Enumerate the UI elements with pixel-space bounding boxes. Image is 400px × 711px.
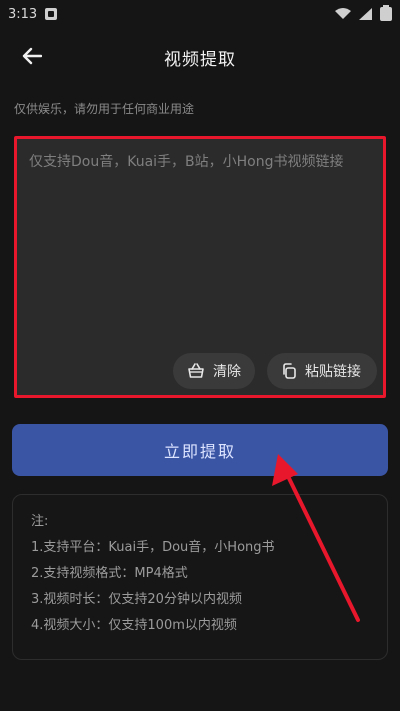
paste-link-button[interactable]: 粘贴链接 (267, 353, 377, 389)
app-bar: 视频提取 (0, 28, 400, 86)
status-time: 3:13 (8, 6, 38, 22)
note-item: 2.支持视频格式：MP4格式 (31, 566, 188, 581)
notes-title: 注: (31, 514, 49, 529)
copy-icon (283, 363, 296, 379)
link-input-card: 清除 粘贴链接 (14, 136, 386, 398)
basket-icon (188, 363, 204, 378)
status-left: 3:13 (8, 6, 58, 22)
arrow-left-icon (22, 47, 42, 65)
signal-icon (359, 8, 372, 20)
page-title: 视频提取 (164, 49, 236, 70)
status-right (335, 5, 392, 21)
clear-button-label: 清除 (213, 364, 241, 380)
extract-button[interactable]: 立即提取 (12, 424, 388, 476)
disclaimer-text: 仅供娱乐，请勿用于任何商业用途 (14, 102, 195, 116)
note-item: 4.视频大小：仅支持100m以内视频 (31, 618, 237, 633)
note-item: 1.支持平台：Kuai手，Dou音，小Hong书 (31, 540, 275, 555)
paste-button-label: 粘贴链接 (305, 364, 361, 380)
battery-icon (380, 5, 392, 21)
notes-card: 注: 1.支持平台：Kuai手，Dou音，小Hong书 2.支持视频格式：MP4… (12, 494, 388, 660)
extract-button-label: 立即提取 (163, 442, 236, 461)
note-item: 3.视频时长：仅支持20分钟以内视频 (31, 592, 242, 607)
notification-icon (45, 8, 58, 20)
video-link-input[interactable] (27, 149, 377, 343)
clear-button[interactable]: 清除 (173, 353, 255, 389)
back-button[interactable] (14, 38, 50, 74)
status-bar: 3:13 (0, 0, 400, 28)
wifi-icon (335, 8, 351, 19)
